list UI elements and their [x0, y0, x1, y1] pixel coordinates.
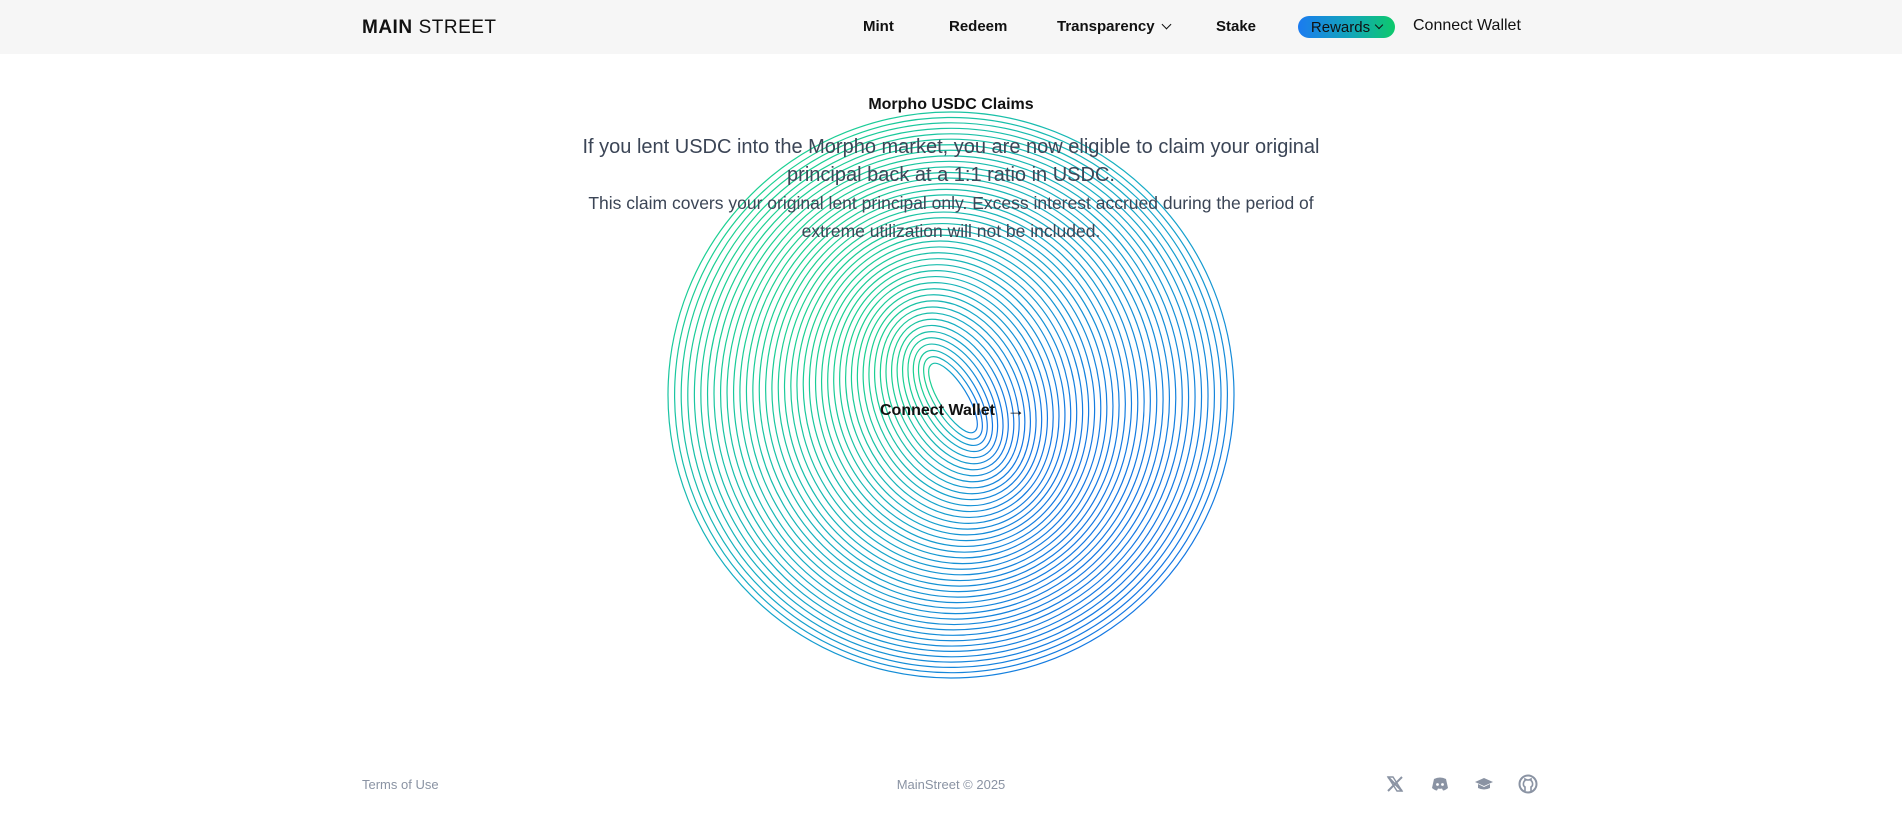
spirograph-ellipse: [790, 217, 1114, 576]
spirograph-ellipse: [833, 258, 1072, 536]
header-connect-wallet-button[interactable]: Connect Wallet: [1413, 17, 1521, 35]
spirograph-ellipse: [856, 282, 1049, 513]
spirograph-ellipse: [796, 222, 1108, 570]
nav-transparency-label: Transparency: [1057, 18, 1155, 35]
chevron-down-icon: [1161, 19, 1172, 30]
chevron-down-icon: [1374, 20, 1384, 30]
spirograph-ellipse: [868, 294, 1037, 501]
claim-description-secondary: This claim covers your original lent pri…: [588, 193, 1314, 241]
docs-icon[interactable]: [1474, 774, 1494, 794]
spirograph-ellipse: [827, 252, 1078, 542]
mainstreet-logo[interactable]: MAIN STREET: [362, 17, 497, 39]
main-connect-wallet-label: Connect Wallet: [880, 401, 995, 419]
spirograph-ellipse: [814, 240, 1090, 553]
nav-mint[interactable]: Mint: [863, 18, 894, 35]
spirograph-ellipse: [901, 331, 1004, 465]
logo-street-text: STREET: [418, 17, 497, 38]
rewards-label: Rewards: [1310, 18, 1371, 36]
spirograph-ellipse: [912, 343, 994, 453]
spirograph-ellipse: [862, 288, 1043, 507]
main-connect-wallet-button[interactable]: Connect Wallet →: [880, 400, 1025, 421]
spirograph-ellipse: [839, 264, 1066, 530]
spirograph-ellipse: [820, 246, 1084, 548]
spirograph-ellipse: [923, 356, 983, 440]
nav-transparency[interactable]: Transparency: [1057, 18, 1172, 35]
nav-stake[interactable]: Stake: [1216, 18, 1256, 35]
rewards-dropdown-button[interactable]: Rewards: [1298, 16, 1395, 38]
spirograph-ellipse: [879, 306, 1026, 489]
page-title: Morpho USDC Claims: [868, 96, 1034, 113]
copyright-text: MainStreet © 2025: [896, 777, 1006, 792]
discord-icon[interactable]: [1430, 774, 1450, 794]
spirograph-ellipse: [928, 362, 978, 434]
claim-description-primary: If you lent USDC into the Morpho market,…: [582, 136, 1320, 186]
arrow-right-icon: →: [1006, 400, 1025, 420]
top-navigation-bar: MAIN STREET Mint Redeem Transparency Sta…: [0, 0, 1902, 54]
github-icon[interactable]: [1518, 774, 1538, 794]
spirograph-ellipse: [873, 300, 1032, 495]
spirograph-ellipse: [907, 337, 999, 459]
spirograph-ellipse: [850, 275, 1054, 519]
x-icon[interactable]: [1385, 774, 1405, 794]
spirograph-ellipse: [896, 324, 1009, 471]
logo-main-text: MAIN: [362, 17, 413, 38]
spirograph-ellipse: [885, 312, 1020, 483]
spirograph-ellipse: [890, 318, 1015, 477]
nav-redeem[interactable]: Redeem: [949, 18, 1007, 35]
spirograph-ellipse: [845, 270, 1060, 524]
spirograph-ellipse: [808, 234, 1096, 559]
spirograph-ellipse: [917, 349, 988, 447]
spirograph-ellipse: [802, 228, 1102, 565]
